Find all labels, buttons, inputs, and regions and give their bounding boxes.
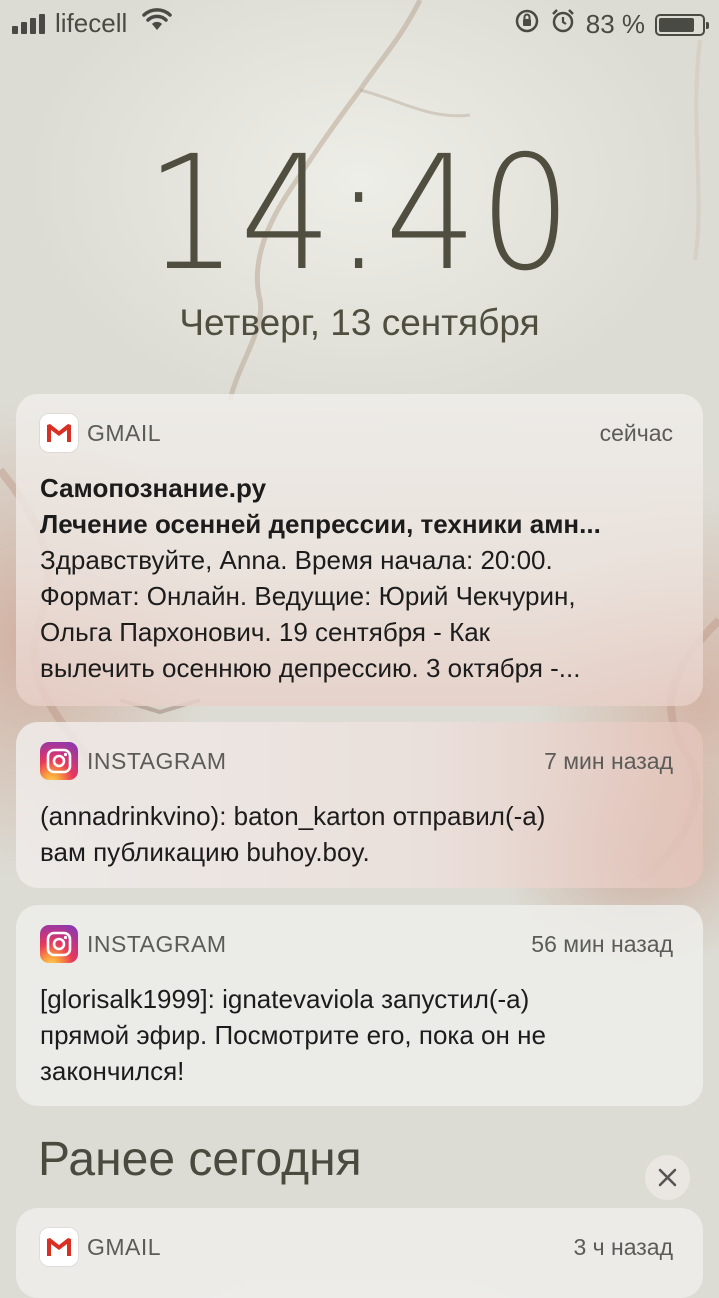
notification-body-line: закончился! [40, 1056, 185, 1086]
notification-header: INSTAGRAM 56 мин назад [40, 905, 673, 981]
carrier-name: lifecell [55, 8, 128, 38]
notification-time: 7 мин назад [544, 748, 673, 774]
lock-screen-date: Четверг, 13 сентября [179, 302, 540, 343]
battery-icon [655, 13, 709, 36]
notification-gmail[interactable]: GMAIL 3 ч назад [16, 1208, 703, 1298]
clear-notifications-button[interactable] [645, 1155, 690, 1200]
notification-time: 3 ч назад [573, 1234, 673, 1260]
notification-body-line: Ольга Пархонович. 19 сентября - Как [40, 617, 491, 647]
notification-app-name: GMAIL [87, 420, 162, 446]
status-bar: lifecell 83 % [0, 0, 719, 46]
notification-header: GMAIL сейчас [40, 394, 673, 470]
alarm-icon [550, 8, 576, 41]
lock-screen-clock: 14:40 [145, 122, 574, 306]
notification-content: Самопознание.ру Лечение осенней депресси… [40, 470, 673, 686]
notification-body-line: вам публикацию buhoy.boy. [40, 837, 370, 867]
notification-app-name: INSTAGRAM [87, 931, 227, 957]
notification-instagram[interactable]: INSTAGRAM 7 мин назад (annadrinkvino): b… [16, 722, 703, 888]
gmail-icon [40, 1228, 78, 1266]
notification-body-line: [glorisalk1999]: ignatevaviola запустил(… [40, 984, 530, 1014]
notification-time: 56 мин назад [531, 931, 673, 957]
notification-content: (annadrinkvino): baton_karton отправил(-… [40, 798, 673, 870]
instagram-icon [40, 742, 78, 780]
notification-body-line: Здравствуйте, Anna. Время начала: 20:00. [40, 545, 553, 575]
notification-time: сейчас [599, 420, 673, 446]
notification-body-line: (annadrinkvino): baton_karton отправил(-… [40, 801, 546, 831]
notification-gmail[interactable]: GMAIL сейчас Самопознание.ру Лечение осе… [16, 394, 703, 706]
notification-title: Самопознание.ру [40, 473, 267, 503]
cellular-signal-icon [12, 12, 45, 34]
section-title-earlier-today: Ранее сегодня [38, 1133, 362, 1186]
notification-header: INSTAGRAM 7 мин назад [40, 722, 673, 798]
notification-body-line: Формат: Онлайн. Ведущие: Юрий Чекчурин, [40, 581, 576, 611]
notification-instagram[interactable]: INSTAGRAM 56 мин назад [glorisalk1999]: … [16, 905, 703, 1106]
notification-body-line: вылечить осеннюю депрессию. 3 октября -.… [40, 653, 581, 683]
notification-header: GMAIL 3 ч назад [40, 1208, 673, 1284]
battery-percent: 83 % [585, 9, 645, 39]
close-icon [658, 1168, 677, 1187]
instagram-icon [40, 925, 78, 963]
wifi-icon [142, 8, 172, 39]
notification-content: [glorisalk1999]: ignatevaviola запустил(… [40, 981, 673, 1089]
rotation-lock-icon [514, 8, 540, 41]
notification-subtitle: Лечение осенней депрессии, техники амн..… [40, 509, 601, 539]
notification-body-line: прямой эфир. Посмотрите его, пока он не [40, 1020, 546, 1050]
gmail-icon [40, 414, 78, 452]
notification-app-name: GMAIL [87, 1234, 162, 1260]
notification-app-name: INSTAGRAM [87, 748, 227, 774]
